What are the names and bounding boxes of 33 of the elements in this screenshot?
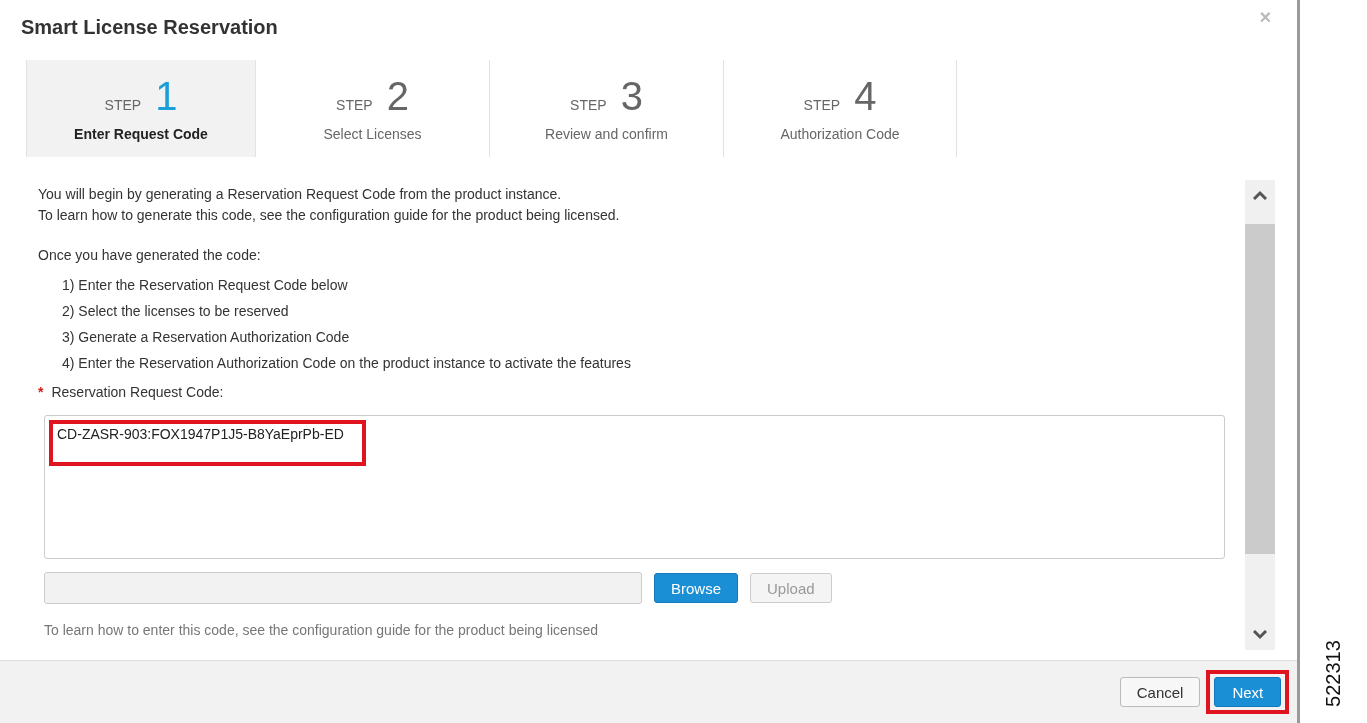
instruction-item: 4) Enter the Reservation Authorization Code on the product instance to activate the features [61, 354, 632, 373]
request-code-field[interactable]: CD-ZASR-903:FOX1947P1J5-B8YaEprPb-ED [44, 415, 1226, 559]
step-label: Authorization Code [780, 125, 900, 142]
wizard-step[interactable]: STEP 4 Authorization Code [723, 60, 957, 157]
instruction-item: 1) Enter the Reservation Request Code below [61, 276, 349, 295]
step-number: 2 [386, 75, 409, 116]
step-label: Review and confirm [545, 125, 668, 142]
step-prefix: STEP [570, 96, 607, 113]
intro-text: To learn how to generate this code, see the configuration guide for the product being licensed. [38, 206, 621, 225]
next-button[interactable]: Next [1214, 677, 1282, 707]
instructions-heading: Once you have generated the code: [38, 246, 262, 265]
field-label: Reservation Request Code: [51, 384, 224, 400]
step-prefix: STEP [803, 96, 841, 113]
wizard-step[interactable]: STEP 3 Review and confirm [489, 60, 723, 157]
required-mark: * [38, 384, 44, 400]
dialog-title: Smart License Reservation [21, 16, 278, 39]
step-prefix: STEP [336, 96, 373, 113]
instruction-item: 2) Select the licenses to be reserved [61, 302, 290, 321]
step-label: Select Licenses [323, 125, 422, 142]
step-number: 1 [155, 75, 178, 116]
step-number: 4 [854, 75, 877, 116]
request-code-text: CD-ZASR-903:FOX1947P1J5-B8YaEprPb-ED [49, 420, 366, 466]
instruction-item: 3) Generate a Reservation Authorization Code [61, 328, 351, 347]
step-prefix: STEP [104, 96, 142, 113]
wizard-step[interactable]: STEP 1 Enter Request Code [26, 60, 255, 157]
step-number: 3 [620, 75, 643, 116]
help-text: To learn how to enter this code, see the configuration guide for the product being licensed [44, 622, 600, 638]
step-label: Enter Request Code [74, 125, 208, 142]
figure-number: 522313 [1322, 640, 1346, 707]
intro-text: You will begin by generating a Reservation Request Code from the product instance. [38, 185, 563, 204]
cancel-button[interactable]: Cancel [1119, 677, 1201, 707]
browse-button[interactable]: Browse [654, 573, 739, 603]
wizard-step[interactable]: STEP 2 Select Licenses [255, 60, 489, 157]
